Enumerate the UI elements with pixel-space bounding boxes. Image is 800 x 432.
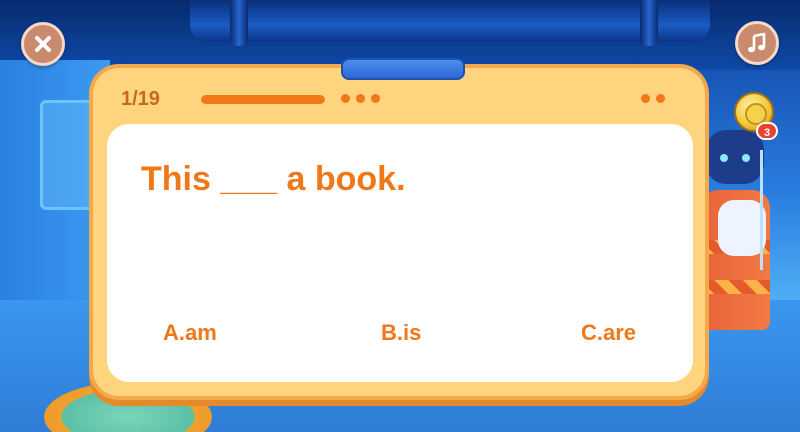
decorative-dots-left (341, 94, 380, 103)
pipe-ring (640, 0, 658, 46)
card-top-tab (341, 58, 465, 80)
wall-panel (40, 100, 96, 210)
pipe-ring (230, 0, 248, 46)
quiz-card: 1/19 This ___ a book. A.am B.is C.are (89, 58, 709, 400)
robot-antenna (760, 150, 763, 270)
robot-eye (742, 154, 750, 162)
option-c-button[interactable]: C.are (581, 320, 636, 346)
ceiling-pipe (190, 0, 710, 42)
option-a-button[interactable]: A.am (163, 320, 217, 346)
dot (371, 94, 380, 103)
robot-head (706, 130, 764, 184)
decorative-dots-right (641, 94, 665, 103)
close-icon (35, 36, 51, 52)
coin-count-badge: 3 (756, 122, 778, 140)
robot-arm (718, 200, 766, 256)
progress-bar (201, 95, 325, 104)
close-button[interactable] (21, 22, 65, 66)
robot-character (700, 130, 770, 330)
dot (641, 94, 650, 103)
music-note-icon (748, 32, 766, 53)
question-progress-text: 1/19 (121, 88, 160, 110)
coin-counter: 3 (734, 92, 778, 140)
music-button[interactable] (735, 21, 779, 65)
question-panel: This ___ a book. A.am B.is C.are (107, 124, 693, 382)
dot (341, 94, 350, 103)
option-b-button[interactable]: B.is (381, 320, 421, 346)
question-text: This ___ a book. (141, 160, 406, 198)
dot (656, 94, 665, 103)
robot-eye (720, 154, 728, 162)
dot (356, 94, 365, 103)
robot-stripe (700, 280, 770, 294)
progress-bar-fill (201, 95, 325, 104)
